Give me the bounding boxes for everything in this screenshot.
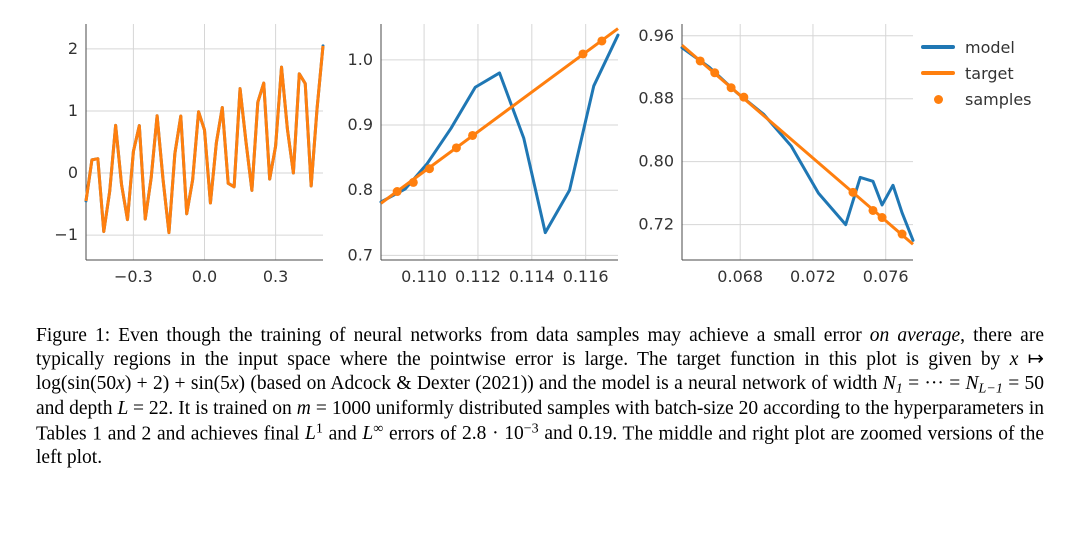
chart-middle: 0.7 0.8 0.9 1.0 0.110 0.112 0.114 0.116 xyxy=(331,10,626,300)
svg-text:0.112: 0.112 xyxy=(455,267,501,286)
svg-text:0.3: 0.3 xyxy=(263,267,288,286)
svg-text:0.076: 0.076 xyxy=(863,267,909,286)
legend-label: samples xyxy=(965,90,1032,109)
legend-row-samples: samples xyxy=(921,86,1041,112)
legend-row-target: target xyxy=(921,60,1041,86)
legend-label: target xyxy=(965,64,1014,83)
caption-Linf: L∞ xyxy=(362,423,383,444)
legend-swatch-model xyxy=(921,45,955,49)
svg-text:0.068: 0.068 xyxy=(717,267,763,286)
caption-emph: on average xyxy=(870,325,960,346)
figure-row: −1012−0.30.00.3 0.70.80.91.00.1100.1120.… xyxy=(36,10,1044,300)
legend: model target samples xyxy=(921,10,1041,112)
svg-text:−0.3: −0.3 xyxy=(114,267,153,286)
svg-text:0.0: 0.0 xyxy=(192,267,217,286)
svg-text:0.110: 0.110 xyxy=(401,267,447,286)
svg-text:0.80: 0.80 xyxy=(638,152,674,171)
caption-width: N1 = ··· = NL−1 = 50 xyxy=(883,373,1044,394)
page-root: −1012−0.30.00.3 0.70.80.91.00.1100.1120.… xyxy=(0,0,1080,546)
svg-text:0.072: 0.072 xyxy=(790,267,836,286)
caption-text: Figure 1: Even though the training of ne… xyxy=(36,325,870,346)
svg-text:1: 1 xyxy=(68,101,78,120)
legend-swatch-samples xyxy=(921,93,955,105)
caption-text: and depth xyxy=(36,398,117,419)
chart-left: −1 0 1 2 −0.3 0.0 0.3 xyxy=(36,10,331,300)
chart-right: 0.72 0.80 0.88 0.96 0.068 0.072 0.076 xyxy=(626,10,921,300)
caption-L1: L1 xyxy=(305,423,323,444)
svg-text:2: 2 xyxy=(68,39,78,58)
svg-text:0.7: 0.7 xyxy=(348,245,373,264)
caption-m: m = 1000 xyxy=(297,398,371,419)
svg-text:0.8: 0.8 xyxy=(348,180,373,199)
svg-text:−1: −1 xyxy=(54,225,78,244)
svg-text:0: 0 xyxy=(68,163,78,182)
svg-text:0.116: 0.116 xyxy=(563,267,609,286)
caption-errors: 2.8 · 10−3 and 0.19 xyxy=(462,423,612,444)
svg-text:0.114: 0.114 xyxy=(509,267,555,286)
caption-depth: L = 22 xyxy=(117,398,168,419)
caption-text: errors of xyxy=(383,423,462,444)
legend-label: model xyxy=(965,38,1015,57)
svg-text:0.72: 0.72 xyxy=(638,215,674,234)
caption-text: (based on Adcock & Dexter (2021)) and th… xyxy=(245,373,883,394)
figure-caption: Figure 1: Even though the training of ne… xyxy=(36,324,1044,470)
caption-text: and xyxy=(323,423,363,444)
svg-text:0.9: 0.9 xyxy=(348,115,373,134)
svg-text:0.88: 0.88 xyxy=(638,89,674,108)
svg-text:1.0: 1.0 xyxy=(348,50,373,69)
caption-text: . It is trained on xyxy=(168,398,296,419)
legend-row-model: model xyxy=(921,34,1041,60)
svg-text:0.96: 0.96 xyxy=(638,26,674,45)
legend-swatch-target xyxy=(921,71,955,75)
